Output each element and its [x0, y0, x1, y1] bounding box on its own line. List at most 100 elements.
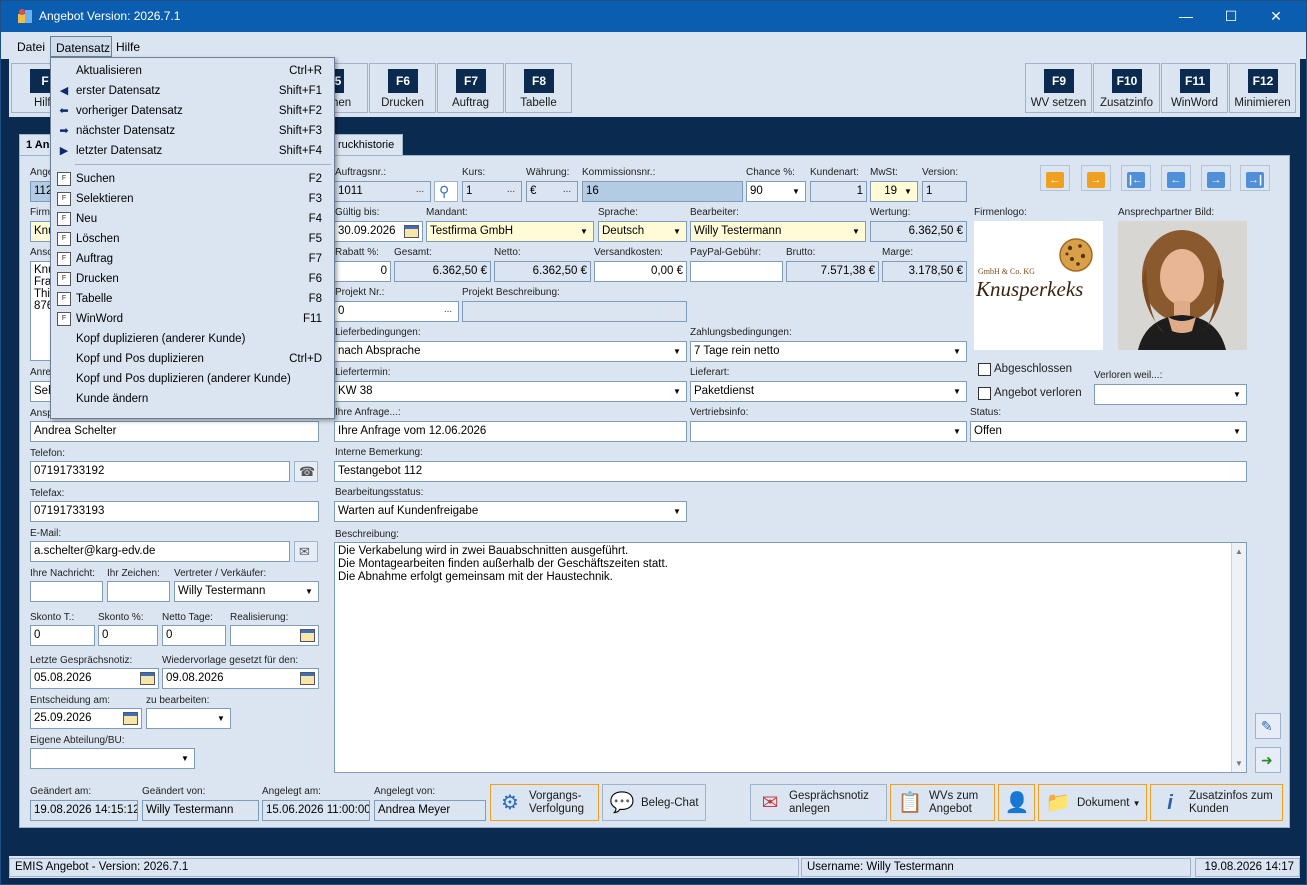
prev-record-button[interactable]: ←	[1040, 165, 1070, 191]
previous-record-button[interactable]: ←	[1161, 165, 1191, 191]
project-no-field[interactable]: 0 ...	[334, 301, 459, 322]
net-days-field[interactable]: 0	[162, 625, 226, 646]
scroll-down-icon[interactable]: ▼	[1235, 757, 1243, 770]
order-search-button[interactable]: ⚲	[434, 181, 458, 202]
fax-field[interactable]: 07191733193	[30, 501, 319, 522]
menu-file[interactable]: Datei	[17, 40, 45, 54]
language-select[interactable]: Deutsch ▼	[598, 221, 687, 242]
internal-note-field[interactable]: Testangebot 112	[334, 461, 1247, 482]
ellipsis-icon[interactable]: ...	[411, 183, 429, 200]
close-icon[interactable]: ✕	[1253, 1, 1299, 32]
ellipsis-icon[interactable]: ...	[558, 183, 576, 200]
phone-field[interactable]: 07191733192	[30, 461, 290, 482]
email-send-button[interactable]: ✉	[294, 541, 318, 562]
doc-chat-button[interactable]: 💬 Beleg-Chat	[602, 784, 706, 821]
calendar-icon[interactable]	[404, 225, 419, 238]
menu-record-highlight[interactable]: Datensatz	[50, 36, 112, 57]
department-select[interactable]: ▼	[30, 748, 195, 769]
contact-folder-button[interactable]: 👤	[998, 784, 1035, 821]
status-select[interactable]: Offen ▼	[970, 421, 1247, 442]
wv-offer-button[interactable]: 📋 WVs zum Angebot	[890, 784, 995, 821]
lost-checkbox[interactable]	[978, 387, 991, 400]
menu-item-duplicate-header-pos[interactable]: Kopf und Pos duplizieren Ctrl+D	[52, 349, 334, 369]
editor-select[interactable]: Willy Testermann ▼	[690, 221, 866, 242]
description-scrollbar[interactable]: ▲ ▼	[1231, 543, 1246, 772]
closed-checkbox[interactable]	[978, 363, 991, 376]
edit-text-button[interactable]: ✎	[1255, 713, 1281, 739]
next-record-button[interactable]: →	[1081, 165, 1111, 191]
currency-field[interactable]: € ...	[526, 181, 578, 202]
discount-field[interactable]: 0	[334, 261, 391, 282]
f6-print-button[interactable]: F6 Drucken	[369, 63, 436, 113]
followup-date-field[interactable]: 09.08.2026	[162, 668, 319, 689]
menu-item-winword[interactable]: F WinWord F11	[52, 309, 334, 329]
f11-winword-button[interactable]: F11 WinWord	[1161, 63, 1228, 113]
import-text-button[interactable]: ➜	[1255, 747, 1281, 773]
menu-item-change-customer[interactable]: Kunde ändern	[52, 389, 334, 409]
menu-item-first-record[interactable]: ◀ erster Datensatz Shift+F1	[52, 81, 334, 101]
menu-item-last-record[interactable]: ▶ letzter Datensatz Shift+F4	[52, 141, 334, 161]
customer-info-button[interactable]: i Zusatzinfos zum Kunden	[1150, 784, 1283, 821]
email-field[interactable]: a.schelter@karg-edv.de	[30, 541, 290, 562]
commission-field[interactable]: 16	[582, 181, 743, 202]
maximize-icon[interactable]: ☐	[1208, 1, 1254, 32]
chance-select[interactable]: 90 ▼	[746, 181, 806, 202]
menu-item-delete[interactable]: F Löschen F5	[52, 229, 334, 249]
vat-select[interactable]: 19 ▼	[870, 181, 918, 202]
conversation-note-button[interactable]: ✉ Gesprächsnotiz anlegen	[750, 784, 887, 821]
rate-field[interactable]: 1 ...	[462, 181, 522, 202]
menu-item-refresh[interactable]: Aktualisieren Ctrl+R	[52, 61, 334, 81]
f7-order-button[interactable]: F7 Auftrag	[437, 63, 504, 113]
contact-field[interactable]: Andrea Schelter	[30, 421, 319, 442]
menu-item-search[interactable]: F Suchen F2	[52, 169, 334, 189]
menu-item-next-record[interactable]: ➡ nächster Datensatz Shift+F3	[52, 121, 334, 141]
payment-terms-select[interactable]: 7 Tage rein netto ▼	[690, 341, 967, 362]
last-record-button[interactable]: →|	[1240, 165, 1270, 191]
first-record-button[interactable]: |←	[1121, 165, 1151, 191]
calendar-icon[interactable]	[123, 712, 138, 725]
f8-table-button[interactable]: F8 Tabelle	[505, 63, 572, 113]
menu-item-duplicate-header-other[interactable]: Kopf duplizieren (anderer Kunde)	[52, 329, 334, 349]
ellipsis-icon[interactable]: ...	[439, 303, 457, 320]
client-select[interactable]: Testfirma GmbH ▼	[426, 221, 594, 242]
calendar-icon[interactable]	[300, 672, 315, 685]
skonto-pct-field[interactable]: 0	[98, 625, 158, 646]
menu-item-new[interactable]: F Neu F4	[52, 209, 334, 229]
document-button[interactable]: 📁 Dokument ▼	[1038, 784, 1147, 821]
lost-reason-select[interactable]: ▼	[1094, 384, 1247, 405]
your-message-field[interactable]	[30, 581, 103, 602]
following-record-button[interactable]: →	[1201, 165, 1231, 191]
description-textarea[interactable]: Die Verkabelung wird in zwei Bauabschnit…	[334, 542, 1247, 773]
menu-item-previous-record[interactable]: ⬅ vorheriger Datensatz Shift+F2	[52, 101, 334, 121]
shipping-field[interactable]: 0,00 €	[594, 261, 687, 282]
f9-wv-button[interactable]: F9 WV setzen	[1025, 63, 1092, 113]
order-no-field[interactable]: 1011 ...	[334, 181, 431, 202]
tab-print-history[interactable]: ruckhistorie	[331, 134, 403, 156]
menu-item-select[interactable]: F Selektieren F3	[52, 189, 334, 209]
to-edit-select[interactable]: ▼	[146, 708, 231, 729]
menu-item-print[interactable]: F Drucken F6	[52, 269, 334, 289]
processing-status-select[interactable]: Warten auf Kundenfreigabe ▼	[334, 501, 687, 522]
menu-item-duplicate-header-pos-other[interactable]: Kopf und Pos duplizieren (anderer Kunde)	[52, 369, 334, 389]
your-sign-field[interactable]	[107, 581, 170, 602]
calendar-icon[interactable]	[300, 629, 315, 642]
f10-info-button[interactable]: F10 Zusatzinfo	[1093, 63, 1160, 113]
inquiry-field[interactable]: Ihre Anfrage vom 12.06.2026	[334, 421, 687, 442]
valid-until-field[interactable]: 30.09.2026	[334, 221, 423, 242]
f12-minimize-button[interactable]: F12 Minimieren	[1229, 63, 1296, 113]
delivery-date-select[interactable]: KW 38 ▼	[334, 381, 687, 402]
menu-item-order[interactable]: F Auftrag F7	[52, 249, 334, 269]
scroll-up-icon[interactable]: ▲	[1235, 545, 1243, 558]
delivery-type-select[interactable]: Paketdienst ▼	[690, 381, 967, 402]
rep-select[interactable]: Willy Testermann ▼	[174, 581, 319, 602]
paypal-field[interactable]	[690, 261, 783, 282]
calendar-icon[interactable]	[140, 672, 155, 685]
minimize-icon[interactable]: —	[1163, 1, 1209, 32]
delivery-terms-select[interactable]: nach Absprache ▼	[334, 341, 687, 362]
ellipsis-icon[interactable]: ...	[502, 183, 520, 200]
decision-date-field[interactable]: 25.09.2026	[30, 708, 142, 729]
last-note-date-field[interactable]: 05.08.2026	[30, 668, 159, 689]
menu-help[interactable]: Hilfe	[116, 40, 140, 54]
menu-item-table[interactable]: F Tabelle F8	[52, 289, 334, 309]
realization-date-field[interactable]	[230, 625, 319, 646]
